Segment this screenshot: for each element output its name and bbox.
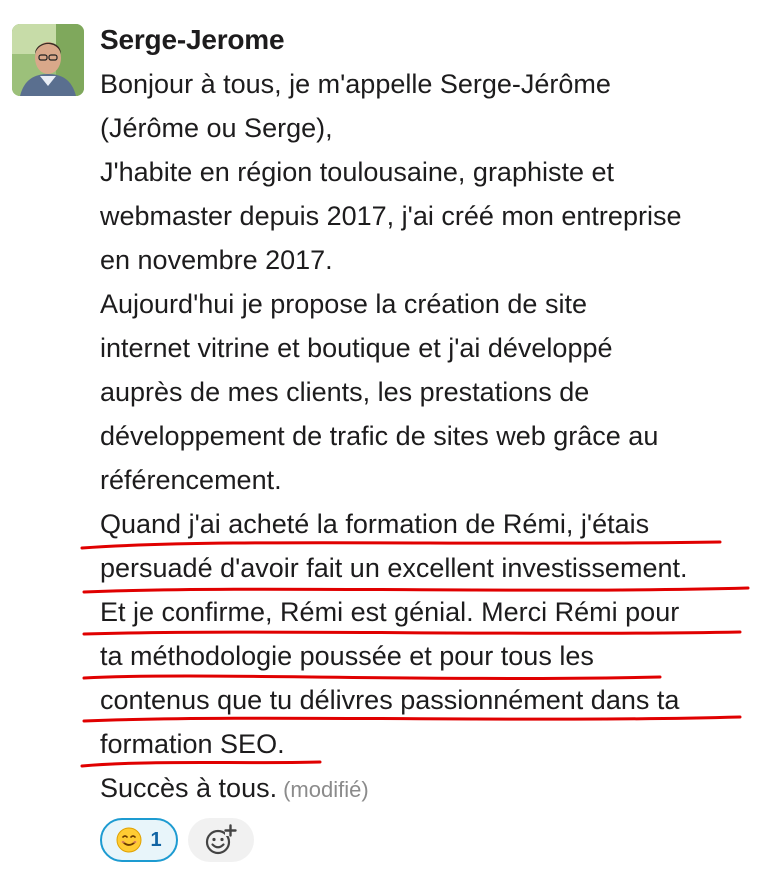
message-line: ta méthodologie poussée et pour tous les <box>100 641 594 671</box>
reaction-count: 1 <box>150 828 162 851</box>
message-line: formation SEO. <box>100 729 285 759</box>
message-line: webmaster depuis 2017, j'ai créé mon ent… <box>100 201 682 231</box>
edited-label: (modifié) <box>283 777 369 802</box>
message-line: Quand j'ai acheté la formation de Rémi, … <box>100 509 650 539</box>
avatar-photo <box>12 24 84 96</box>
message-line: Et je confirme, Rémi est génial. Merci R… <box>100 597 680 627</box>
message-line: internet vitrine et boutique et j'ai dév… <box>100 333 613 363</box>
reaction-smile[interactable]: 1 <box>100 818 178 862</box>
message-line: développement de trafic de sites web grâ… <box>100 421 659 451</box>
message-line: (Jérôme ou Serge), <box>100 113 333 143</box>
message-line: Aujourd'hui je propose la création de si… <box>100 289 587 319</box>
message-line: contenus que tu délivres passionnément d… <box>100 685 680 715</box>
message-line: Succès à tous. <box>100 773 278 803</box>
add-reaction-icon <box>205 824 237 855</box>
message-line: Bonjour à tous, je m'appelle Serge-Jérôm… <box>100 69 611 99</box>
author-name[interactable]: Serge-Jerome <box>100 22 285 58</box>
avatar[interactable] <box>12 24 84 96</box>
message-last-line: Succès à tous. (modifié) <box>100 766 369 810</box>
message-line: J'habite en région toulousaine, graphist… <box>100 157 615 187</box>
add-reaction-button[interactable] <box>188 818 254 862</box>
message-line: référencement. <box>100 465 282 495</box>
message-line: persuadé d'avoir fait un excellent inves… <box>100 553 688 583</box>
message-line: en novembre 2017. <box>100 245 333 275</box>
smiling-face-emoji-icon <box>116 827 142 853</box>
message-line: auprès de mes clients, les prestations d… <box>100 377 590 407</box>
